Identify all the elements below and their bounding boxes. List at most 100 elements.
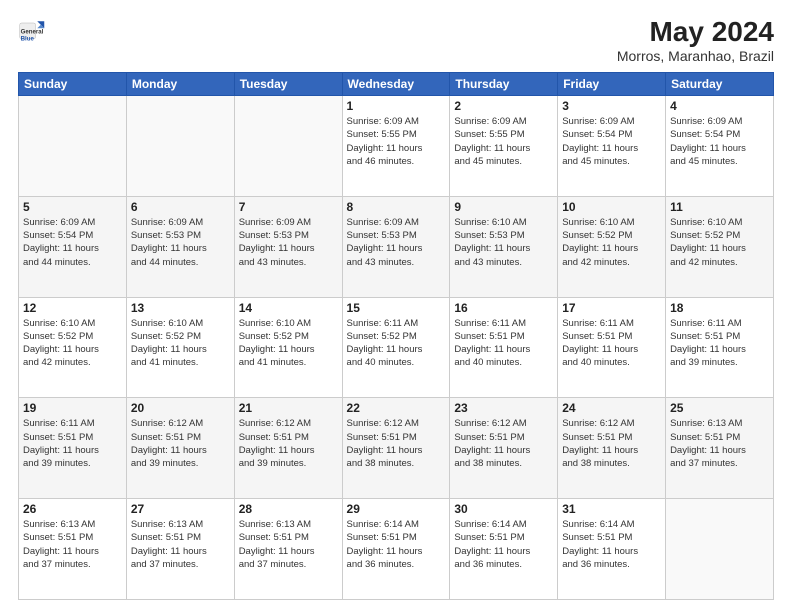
calendar-cell-w3-d5: 24 Sunrise: 6:12 AM Sunset: 5:51 PM Dayli…	[558, 398, 666, 499]
calendar-cell-w2-d4: 16 Sunrise: 6:11 AM Sunset: 5:51 PM Dayli…	[450, 297, 558, 398]
day-number-8: 8	[347, 200, 446, 214]
day-number-31: 31	[562, 502, 661, 516]
day-info-19: Sunrise: 6:11 AM Sunset: 5:51 PM Dayligh…	[23, 417, 122, 470]
day-number-10: 10	[562, 200, 661, 214]
day-info-10: Sunrise: 6:10 AM Sunset: 5:52 PM Dayligh…	[562, 216, 661, 269]
day-info-21: Sunrise: 6:12 AM Sunset: 5:51 PM Dayligh…	[239, 417, 338, 470]
header: General Blue May 2024 Morros, Maranhao, …	[18, 16, 774, 64]
day-number-20: 20	[131, 401, 230, 415]
day-info-16: Sunrise: 6:11 AM Sunset: 5:51 PM Dayligh…	[454, 317, 553, 370]
calendar-cell-w0-d4: 2 Sunrise: 6:09 AM Sunset: 5:55 PM Daylig…	[450, 96, 558, 197]
day-info-20: Sunrise: 6:12 AM Sunset: 5:51 PM Dayligh…	[131, 417, 230, 470]
calendar-cell-w2-d2: 14 Sunrise: 6:10 AM Sunset: 5:52 PM Dayli…	[234, 297, 342, 398]
day-info-3: Sunrise: 6:09 AM Sunset: 5:54 PM Dayligh…	[562, 115, 661, 168]
calendar-cell-w0-d6: 4 Sunrise: 6:09 AM Sunset: 5:54 PM Daylig…	[666, 96, 774, 197]
calendar-cell-w1-d2: 7 Sunrise: 6:09 AM Sunset: 5:53 PM Daylig…	[234, 196, 342, 297]
day-number-30: 30	[454, 502, 553, 516]
svg-text:Blue: Blue	[21, 36, 35, 43]
title-month: May 2024	[617, 16, 774, 48]
day-number-17: 17	[562, 301, 661, 315]
calendar-cell-w1-d6: 11Sunrise: 6:10 AM Sunset: 5:52 PM Dayli…	[666, 196, 774, 297]
logo: General Blue	[18, 16, 46, 44]
week-row-1: 5 Sunrise: 6:09 AM Sunset: 5:54 PM Daylig…	[19, 196, 774, 297]
day-info-17: Sunrise: 6:11 AM Sunset: 5:51 PM Dayligh…	[562, 317, 661, 370]
day-info-9: Sunrise: 6:10 AM Sunset: 5:53 PM Dayligh…	[454, 216, 553, 269]
title-location: Morros, Maranhao, Brazil	[617, 48, 774, 64]
week-row-4: 26 Sunrise: 6:13 AM Sunset: 5:51 PM Dayli…	[19, 499, 774, 600]
calendar-cell-w0-d1	[126, 96, 234, 197]
day-info-31: Sunrise: 6:14 AM Sunset: 5:51 PM Dayligh…	[562, 518, 661, 571]
day-info-1: Sunrise: 6:09 AM Sunset: 5:55 PM Dayligh…	[347, 115, 446, 168]
col-wednesday: Wednesday	[342, 73, 450, 96]
day-number-1: 1	[347, 99, 446, 113]
col-tuesday: Tuesday	[234, 73, 342, 96]
day-info-14: Sunrise: 6:10 AM Sunset: 5:52 PM Dayligh…	[239, 317, 338, 370]
day-number-21: 21	[239, 401, 338, 415]
day-number-14: 14	[239, 301, 338, 315]
week-row-2: 12 Sunrise: 6:10 AM Sunset: 5:52 PM Dayli…	[19, 297, 774, 398]
calendar-cell-w1-d4: 9Sunrise: 6:10 AM Sunset: 5:53 PM Daylig…	[450, 196, 558, 297]
day-number-16: 16	[454, 301, 553, 315]
col-friday: Friday	[558, 73, 666, 96]
col-sunday: Sunday	[19, 73, 127, 96]
calendar-cell-w3-d6: 25Sunrise: 6:13 AM Sunset: 5:51 PM Dayli…	[666, 398, 774, 499]
calendar-cell-w3-d0: 19 Sunrise: 6:11 AM Sunset: 5:51 PM Dayli…	[19, 398, 127, 499]
calendar-cell-w4-d0: 26 Sunrise: 6:13 AM Sunset: 5:51 PM Dayli…	[19, 499, 127, 600]
title-block: May 2024 Morros, Maranhao, Brazil	[617, 16, 774, 64]
day-info-12: Sunrise: 6:10 AM Sunset: 5:52 PM Dayligh…	[23, 317, 122, 370]
calendar-cell-w3-d3: 22Sunrise: 6:12 AM Sunset: 5:51 PM Dayli…	[342, 398, 450, 499]
calendar-cell-w1-d0: 5 Sunrise: 6:09 AM Sunset: 5:54 PM Daylig…	[19, 196, 127, 297]
col-monday: Monday	[126, 73, 234, 96]
calendar-cell-w4-d1: 27 Sunrise: 6:13 AM Sunset: 5:51 PM Dayli…	[126, 499, 234, 600]
day-number-29: 29	[347, 502, 446, 516]
day-info-6: Sunrise: 6:09 AM Sunset: 5:53 PM Dayligh…	[131, 216, 230, 269]
day-number-18: 18	[670, 301, 769, 315]
day-number-4: 4	[670, 99, 769, 113]
page: General Blue May 2024 Morros, Maranhao, …	[0, 0, 792, 612]
day-info-18: Sunrise: 6:11 AM Sunset: 5:51 PM Dayligh…	[670, 317, 769, 370]
calendar-cell-w3-d1: 20 Sunrise: 6:12 AM Sunset: 5:51 PM Dayli…	[126, 398, 234, 499]
calendar-cell-w1-d1: 6Sunrise: 6:09 AM Sunset: 5:53 PM Daylig…	[126, 196, 234, 297]
day-number-23: 23	[454, 401, 553, 415]
calendar-cell-w2-d1: 13Sunrise: 6:10 AM Sunset: 5:52 PM Dayli…	[126, 297, 234, 398]
day-info-5: Sunrise: 6:09 AM Sunset: 5:54 PM Dayligh…	[23, 216, 122, 269]
day-info-4: Sunrise: 6:09 AM Sunset: 5:54 PM Dayligh…	[670, 115, 769, 168]
calendar-cell-w3-d2: 21 Sunrise: 6:12 AM Sunset: 5:51 PM Dayli…	[234, 398, 342, 499]
day-info-27: Sunrise: 6:13 AM Sunset: 5:51 PM Dayligh…	[131, 518, 230, 571]
calendar-cell-w4-d3: 29 Sunrise: 6:14 AM Sunset: 5:51 PM Dayli…	[342, 499, 450, 600]
day-info-8: Sunrise: 6:09 AM Sunset: 5:53 PM Dayligh…	[347, 216, 446, 269]
day-number-11: 11	[670, 200, 769, 214]
day-number-7: 7	[239, 200, 338, 214]
day-number-26: 26	[23, 502, 122, 516]
calendar-cell-w4-d5: 31 Sunrise: 6:14 AM Sunset: 5:51 PM Dayli…	[558, 499, 666, 600]
day-number-2: 2	[454, 99, 553, 113]
calendar-cell-w2-d5: 17 Sunrise: 6:11 AM Sunset: 5:51 PM Dayli…	[558, 297, 666, 398]
day-info-13: Sunrise: 6:10 AM Sunset: 5:52 PM Dayligh…	[131, 317, 230, 370]
calendar-cell-w2-d0: 12 Sunrise: 6:10 AM Sunset: 5:52 PM Dayli…	[19, 297, 127, 398]
day-number-5: 5	[23, 200, 122, 214]
day-number-27: 27	[131, 502, 230, 516]
day-info-29: Sunrise: 6:14 AM Sunset: 5:51 PM Dayligh…	[347, 518, 446, 571]
day-number-28: 28	[239, 502, 338, 516]
day-info-25: Sunrise: 6:13 AM Sunset: 5:51 PM Dayligh…	[670, 417, 769, 470]
day-number-24: 24	[562, 401, 661, 415]
day-number-22: 22	[347, 401, 446, 415]
calendar-cell-w0-d2	[234, 96, 342, 197]
col-thursday: Thursday	[450, 73, 558, 96]
calendar-cell-w4-d6	[666, 499, 774, 600]
calendar-table: Sunday Monday Tuesday Wednesday Thursday…	[18, 72, 774, 600]
calendar-cell-w0-d3: 1 Sunrise: 6:09 AM Sunset: 5:55 PM Daylig…	[342, 96, 450, 197]
day-info-7: Sunrise: 6:09 AM Sunset: 5:53 PM Dayligh…	[239, 216, 338, 269]
day-info-28: Sunrise: 6:13 AM Sunset: 5:51 PM Dayligh…	[239, 518, 338, 571]
day-number-19: 19	[23, 401, 122, 415]
calendar-cell-w4-d2: 28 Sunrise: 6:13 AM Sunset: 5:51 PM Dayli…	[234, 499, 342, 600]
week-row-0: 1 Sunrise: 6:09 AM Sunset: 5:55 PM Daylig…	[19, 96, 774, 197]
day-number-12: 12	[23, 301, 122, 315]
day-info-24: Sunrise: 6:12 AM Sunset: 5:51 PM Dayligh…	[562, 417, 661, 470]
day-info-30: Sunrise: 6:14 AM Sunset: 5:51 PM Dayligh…	[454, 518, 553, 571]
day-info-2: Sunrise: 6:09 AM Sunset: 5:55 PM Dayligh…	[454, 115, 553, 168]
day-info-26: Sunrise: 6:13 AM Sunset: 5:51 PM Dayligh…	[23, 518, 122, 571]
calendar-cell-w2-d6: 18 Sunrise: 6:11 AM Sunset: 5:51 PM Dayli…	[666, 297, 774, 398]
day-number-15: 15	[347, 301, 446, 315]
logo-icon: General Blue	[18, 16, 46, 44]
